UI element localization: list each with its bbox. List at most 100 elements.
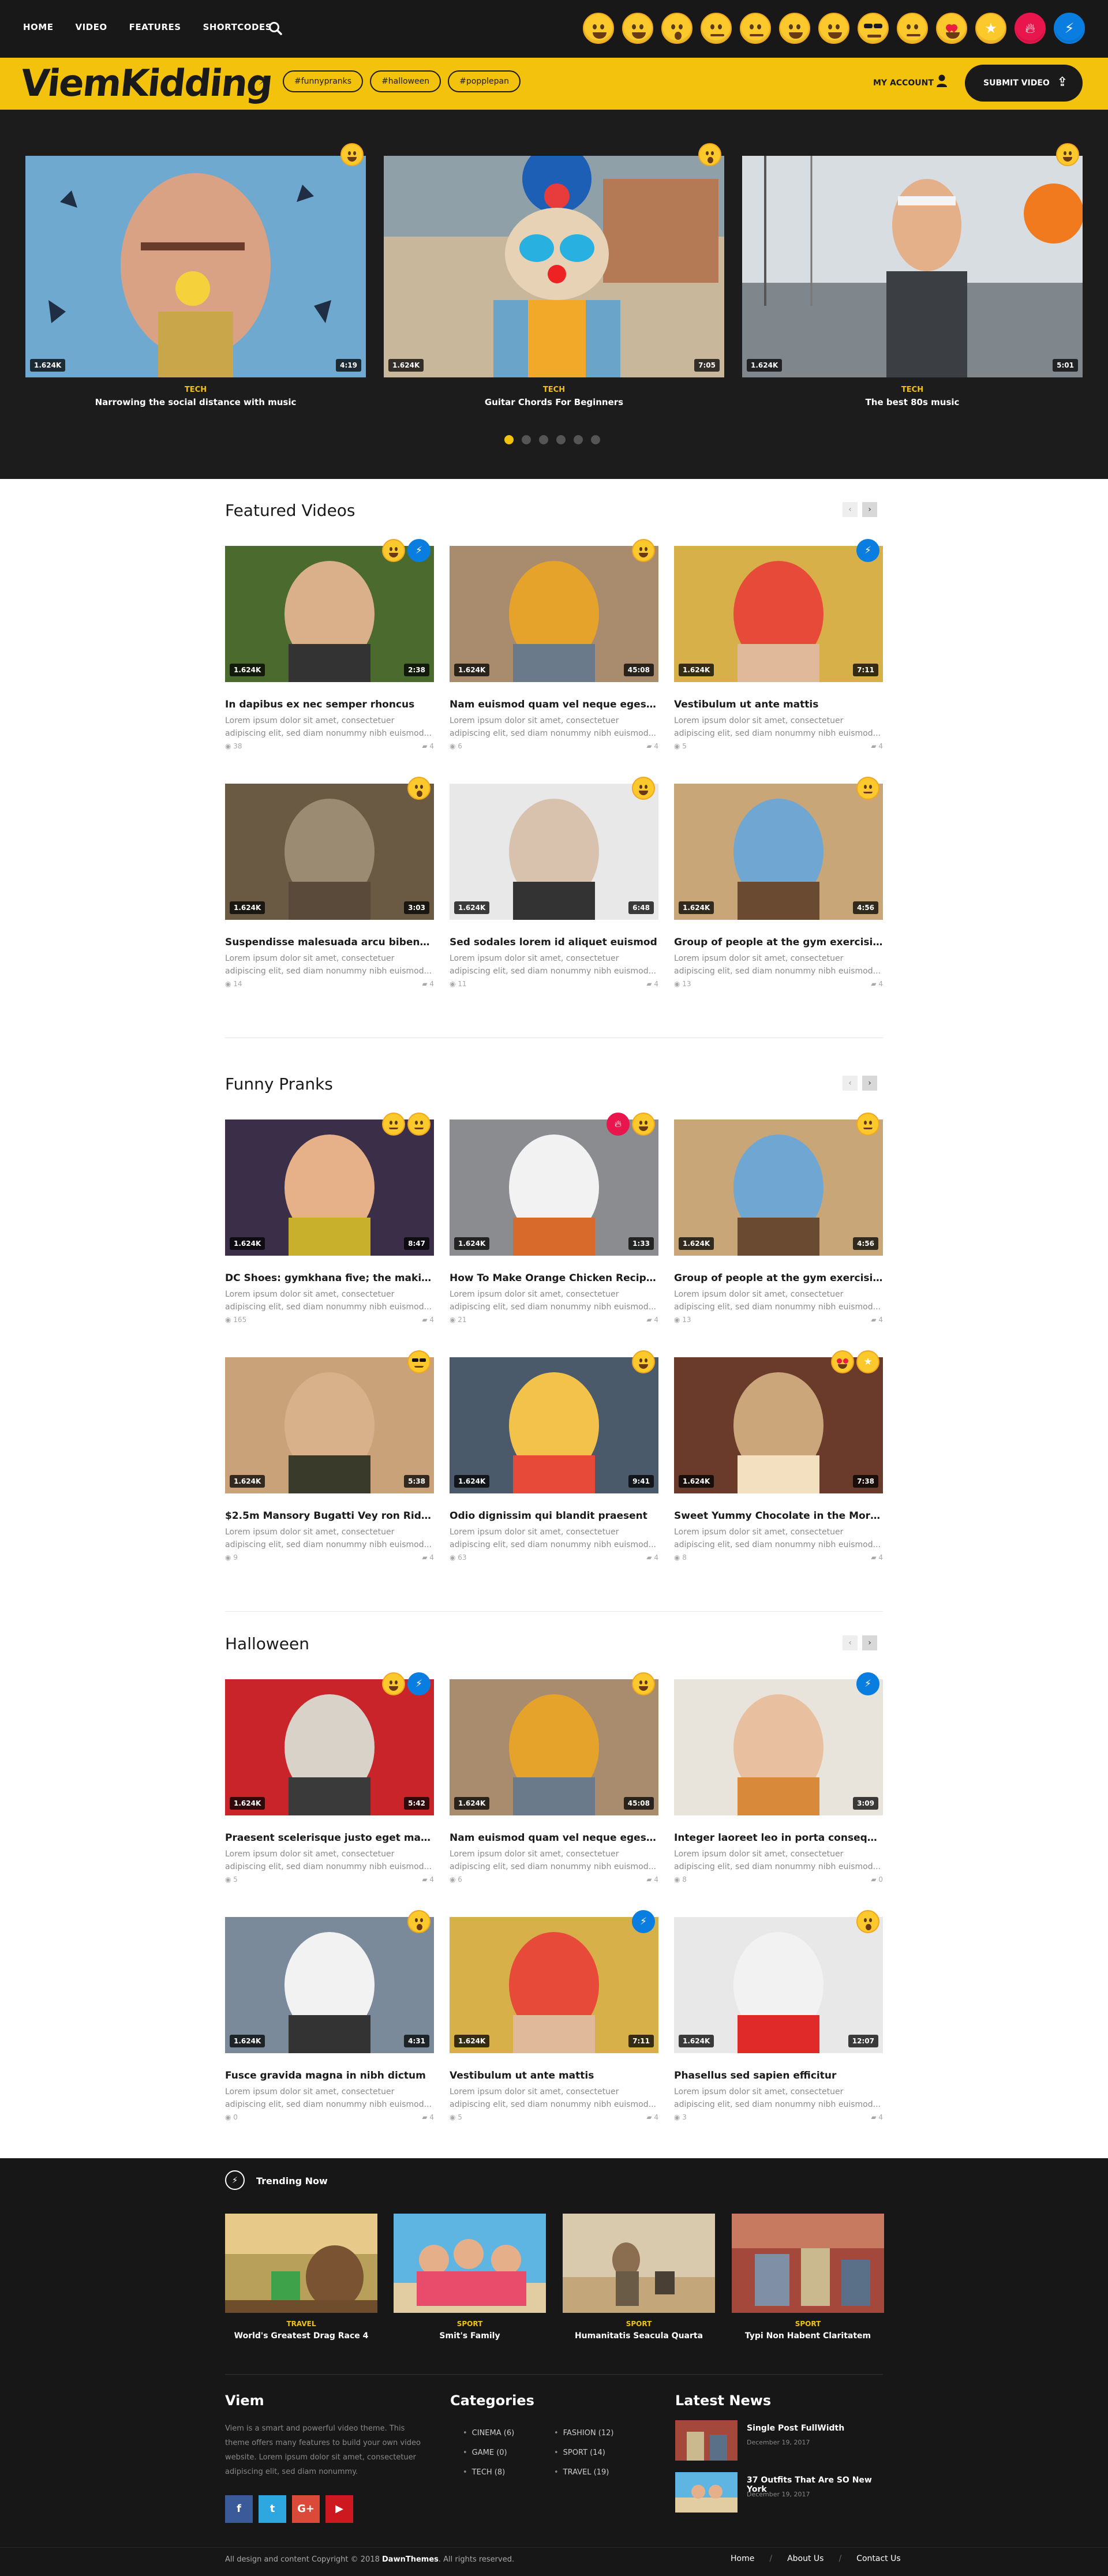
hero-slide[interactable]: 1.624K 5:01 [742,156,1083,377]
slide-category[interactable]: TECH [25,385,366,394]
slider-dot[interactable] [574,435,583,444]
my-account-link[interactable]: MY ACCOUNT [873,78,934,88]
footer-link-about[interactable]: About Us [787,2554,823,2563]
footer-link-contact[interactable]: Contact Us [856,2554,900,2563]
video-thumbnail[interactable]: 1.624K 12:07 [674,1917,883,2053]
video-title[interactable]: Nam euismod quam vel neque egestas [450,1832,658,1844]
pensive-icon[interactable] [701,13,732,44]
video-card[interactable]: 1.624K 5:38 $2.5m Mansory Bugatti Vey ron … [225,1350,434,1565]
trending-category[interactable]: SPORT [563,2320,715,2328]
sad-icon[interactable] [897,13,928,44]
news-item[interactable]: Single Post FullWidth December 19, 2017 [675,2420,894,2461]
video-card[interactable]: 1.624K 7:11 ⚡︎ Vestibulum ut ante mattis Lor… [450,1910,658,2125]
video-title[interactable]: Praesent scelerisque justo eget mauris s… [225,1832,434,1844]
video-thumbnail[interactable]: 1.624K 7:11 [674,546,883,682]
nav-shortcodes[interactable]: SHORTCODES [203,22,272,32]
video-title[interactable]: Vestibulum ut ante mattis [450,2069,658,2082]
nav-video[interactable]: VIDEO [75,22,107,32]
video-title[interactable]: Phasellus sed sapien efficitur [674,2069,883,2082]
slide-title[interactable]: Guitar Chords For Beginners [384,397,724,407]
video-title[interactable]: Odio dignissim qui blandit praesent [450,1510,658,1522]
trending-item-title[interactable]: Typi Non Habent Claritatem [732,2331,884,2341]
slide-category[interactable]: TECH [742,385,1083,394]
site-logo[interactable]: ViemKidding [18,62,274,105]
nav-features[interactable]: FEATURES [129,22,181,32]
category-link[interactable]: TECH (8) [463,2463,514,2483]
slide-title[interactable]: Narrowing the social distance with music [25,397,366,407]
trending-card[interactable]: SPORT Humanitatis Seacula Quarta [563,2214,715,2341]
cool-sunglasses-icon[interactable] [858,13,889,44]
video-thumbnail[interactable]: 1.624K 3:03 [225,784,434,920]
trending-item-title[interactable]: Humanitatis Seacula Quarta [563,2331,715,2341]
facebook-icon[interactable]: f [225,2495,253,2523]
nav-home[interactable]: HOME [23,22,53,32]
category-link[interactable]: TRAVEL (19) [554,2463,614,2483]
copyright-brand[interactable]: DawnThemes [382,2555,439,2564]
video-thumbnail[interactable]: 1.624K 7:38 [674,1357,883,1493]
hero-slide[interactable]: 1.624K 4:19 [25,156,366,377]
prev-arrow-icon[interactable]: ‹ [843,502,858,517]
video-title[interactable]: Fusce gravida magna in nibh dictum [225,2069,434,2082]
video-card[interactable]: 1.624K 6:48 Sed sodales lorem id aliquet e… [450,777,658,991]
video-title[interactable]: Integer laoreet leo in porta consequat. [674,1832,883,1844]
video-title[interactable]: Sweet Yummy Chocolate in the Morning wi.… [674,1510,883,1522]
category-link[interactable]: CINEMA (6) [463,2424,515,2443]
video-title[interactable]: Nam euismod quam vel neque egestas [450,698,658,711]
sly-smile-icon[interactable] [740,13,771,44]
next-arrow-icon[interactable]: › [862,1076,877,1091]
surprised-icon[interactable] [661,13,692,44]
hero-slide[interactable]: 1.624K 7:05 [384,156,724,377]
video-card[interactable]: 1.624K 9:41 Odio dignissim qui blandit pra… [450,1350,658,1565]
category-link[interactable]: GAME (0) [463,2443,514,2463]
video-card[interactable]: 1.624K 7:38 ★ Sweet Yummy Chocolate in the … [674,1350,883,1565]
video-thumbnail[interactable]: 1.624K 45:08 [450,546,658,682]
video-card[interactable]: 3:09 ⚡︎ Integer laoreet leo in porta conse… [674,1672,883,1887]
video-title[interactable]: Group of people at the gym exercising on… [674,936,883,949]
video-thumbnail[interactable]: 1.624K 4:31 [225,1917,434,2053]
trending-card[interactable]: TRAVEL World's Greatest Drag Race 4 [225,2214,377,2341]
video-card[interactable]: 1.624K 1:33 🔥︎ How To Make Orange Chicken R… [450,1113,658,1327]
footer-link-home[interactable]: Home [731,2554,754,2563]
video-card[interactable]: 1.624K 12:07 Phasellus sed sapien efficitu… [674,1910,883,2125]
search-icon[interactable] [268,21,283,36]
laughing-tears-icon[interactable] [583,13,614,44]
trending-category[interactable]: SPORT [732,2320,884,2328]
submit-video-button[interactable]: SUBMIT VIDEO ⇪ [965,65,1083,102]
video-thumbnail[interactable]: 1.624K 8:47 [225,1119,434,1256]
video-title[interactable]: $2.5m Mansory Bugatti Vey ron Ride, Rev … [225,1510,434,1522]
lightning-icon[interactable]: ⚡︎ [1054,13,1085,44]
star-icon[interactable]: ★ [975,13,1006,44]
video-thumbnail[interactable]: 1.624K 4:56 [674,784,883,920]
twitter-icon[interactable]: t [259,2495,286,2523]
video-card[interactable]: 1.624K 5:42 ⚡︎ Praesent scelerisque justo e… [225,1672,434,1887]
video-card[interactable]: 1.624K 4:56 Group of people at the gym exe… [674,777,883,991]
video-thumbnail[interactable]: 1.624K 1:33 [450,1119,658,1256]
category-link[interactable]: FASHION (12) [554,2424,614,2443]
wink-icon[interactable] [818,13,849,44]
trending-category[interactable]: TRAVEL [225,2320,377,2328]
video-card[interactable]: 1.624K 8:47 DC Shoes: gymkhana five; the m… [225,1113,434,1327]
slider-dot[interactable] [522,435,531,444]
video-title[interactable]: Sed sodales lorem id aliquet euismod [450,936,658,949]
video-thumbnail[interactable]: 1.624K 9:41 [450,1357,658,1493]
news-item[interactable]: 37 Outfits That Are SO New York December… [675,2472,894,2513]
video-thumbnail[interactable]: 1.624K 5:42 [225,1679,434,1815]
tag-funnypranks[interactable]: #funnypranks [283,70,364,92]
slider-dot[interactable] [591,435,600,444]
video-title[interactable]: In dapibus ex nec semper rhoncus [225,698,434,711]
fire-icon[interactable]: 🔥︎ [1015,13,1046,44]
news-title[interactable]: Single Post FullWidth [747,2424,844,2433]
trending-item-title[interactable]: Smit's Family [394,2331,546,2341]
slide-title[interactable]: The best 80s music [742,397,1083,407]
trending-card[interactable]: SPORT Smit's Family [394,2214,546,2341]
next-arrow-icon[interactable]: › [862,1635,877,1650]
video-card[interactable]: 1.624K 3:03 Suspendisse malesuada arcu bib… [225,777,434,991]
video-title[interactable]: How To Make Orange Chicken Recipe? [450,1272,658,1285]
video-thumbnail[interactable]: 1.624K 4:56 [674,1119,883,1256]
grin-icon[interactable] [779,13,810,44]
prev-arrow-icon[interactable]: ‹ [843,1635,858,1650]
video-title[interactable]: Vestibulum ut ante mattis [674,698,883,711]
video-card[interactable]: 1.624K 2:38 ⚡︎ In dapibus ex nec semper rho… [225,539,434,754]
video-title[interactable]: Suspendisse malesuada arcu bibendum [225,936,434,949]
video-card[interactable]: 1.624K 45:08 Nam euismod quam vel neque eg… [450,539,658,754]
